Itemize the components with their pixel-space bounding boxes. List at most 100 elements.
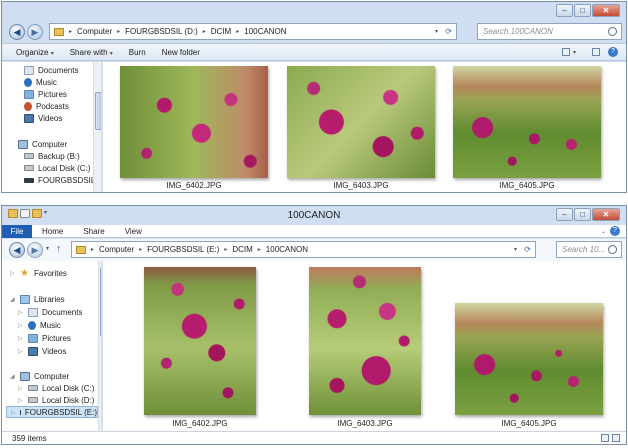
maximize-icon[interactable]: □ [574, 4, 591, 17]
command-bar: Organize ▾ Share with ▾ Burn New folder … [2, 43, 626, 61]
sidebar-item-computer[interactable]: Computer [18, 138, 67, 150]
breadcrumb-100canon[interactable]: 100CANON [266, 245, 308, 254]
file-name[interactable]: IMG_6405.JPG [474, 419, 584, 428]
quick-access-toolbar: ▾ [8, 209, 47, 218]
share-with-button[interactable]: Share with ▾ [70, 48, 113, 57]
file-name[interactable]: IMG_6402.JPG [145, 419, 255, 428]
organize-button[interactable]: Organize ▾ [16, 48, 54, 57]
up-arrow-icon[interactable]: ↑ [56, 243, 62, 255]
breadcrumb-dcim[interactable]: DCIM [211, 27, 231, 36]
pictures-icon [24, 89, 34, 99]
music-icon [28, 320, 36, 330]
burn-button[interactable]: Burn [129, 48, 146, 57]
new-folder-button[interactable]: New folder [162, 48, 200, 57]
sidebar-item-libraries[interactable]: ◢ Libraries [10, 293, 65, 305]
help-icon[interactable]: ? [608, 47, 618, 57]
sidebar-item-videos[interactable]: Videos [24, 112, 62, 124]
sidebar-item-computer[interactable]: ◢ Computer [10, 370, 69, 382]
file-list: IMG_6402.JPG IMG_6403.JPG IMG_6405.JPG [103, 261, 626, 432]
expand-ribbon-icon[interactable]: ⌄ [601, 228, 606, 235]
removable-drive-icon [24, 177, 34, 183]
sidebar-item-backup[interactable]: Backup (B:) [24, 150, 80, 162]
file-name[interactable]: IMG_6402.JPG [139, 181, 249, 190]
recent-locations-icon[interactable]: ▾ [46, 245, 49, 252]
explorer-window-top: – □ ✕ ◀ ▶ ▸ Computer ▸ FOURGBSDSIL (D:) ▸ … [1, 1, 627, 193]
thumbnail-img-6403[interactable] [287, 66, 435, 178]
forward-arrow-icon[interactable]: ▶ [27, 242, 43, 258]
search-input[interactable]: Search 10... [556, 241, 622, 258]
views-icon[interactable]: ▾ [561, 48, 576, 56]
sidebar-item-local-disk-c[interactable]: Local Disk (C:) [24, 162, 90, 174]
documents-icon [24, 65, 34, 75]
search-input[interactable]: Search 100CANON [477, 23, 622, 40]
forward-arrow-icon[interactable]: ▶ [27, 24, 43, 40]
sidebar-item-documents[interactable]: Documents [24, 64, 78, 76]
file-name[interactable]: IMG_6403.JPG [306, 181, 416, 190]
customize-icon[interactable]: ▾ [44, 209, 47, 218]
thumbnail-img-6403[interactable] [309, 267, 421, 415]
refresh-icon[interactable]: ⟳ [524, 245, 531, 254]
tab-view[interactable]: View [115, 225, 152, 238]
breadcrumb-100canon[interactable]: 100CANON [244, 27, 286, 36]
thumbnail-img-6405[interactable] [453, 66, 601, 178]
minimize-icon[interactable]: – [556, 208, 573, 221]
pictures-icon [28, 333, 38, 343]
sidebar-item-music[interactable]: Music [24, 76, 57, 88]
sidebar-item-local-disk-d[interactable]: ▷ Local Disk (D:) [18, 394, 94, 406]
sidebar-item-videos[interactable]: ▷ Videos [18, 345, 66, 357]
drive-icon [24, 153, 34, 159]
sidebar-item-fourgbsdsil[interactable]: FOURGBSDSIL (D: [24, 174, 101, 186]
sidebar-scrollbar[interactable] [93, 62, 101, 192]
tab-share[interactable]: Share [73, 225, 114, 238]
minimize-icon[interactable]: – [556, 4, 573, 17]
properties-icon[interactable] [20, 209, 30, 218]
large-icons-view-icon[interactable] [612, 434, 620, 442]
tab-home[interactable]: Home [32, 225, 73, 238]
preview-pane-icon[interactable] [592, 48, 600, 56]
breadcrumb-computer[interactable]: Computer [99, 245, 134, 254]
libraries-icon [20, 294, 30, 304]
address-bar[interactable]: ▸ Computer ▸ FOURGBSDSIL (D:) ▸ DCIM ▸ 100C… [49, 23, 457, 40]
details-view-icon[interactable] [601, 434, 609, 442]
breadcrumb-dcim[interactable]: DCIM [232, 245, 252, 254]
sidebar-item-local-disk-c[interactable]: ▷ Local Disk (C:) [18, 382, 94, 394]
sidebar-item-favorites[interactable]: ▷ ★ Favorites [10, 267, 67, 279]
sidebar-item-podcasts[interactable]: Podcasts [24, 100, 69, 112]
drive-icon [28, 385, 38, 391]
folder-icon [8, 209, 18, 218]
thumbnail-img-6402[interactable] [144, 267, 256, 415]
tab-file[interactable]: File [2, 224, 32, 238]
maximize-icon[interactable]: □ [574, 208, 591, 221]
sidebar-scrollbar[interactable] [98, 261, 101, 432]
address-bar[interactable]: ▸ Computer ▸ FOURGBSDSIL (E:) ▸ DCIM ▸ 100C… [71, 241, 536, 258]
navigation-pane: ▷ ★ Favorites ◢ Libraries ▷ Documents ▷ Music… [2, 261, 102, 432]
explorer-window-bottom: ▾ 100CANON – □ ✕ File Home Share View ⌄ … [1, 205, 627, 445]
close-icon[interactable]: ✕ [592, 4, 620, 17]
new-folder-icon[interactable] [32, 209, 42, 218]
music-icon [24, 77, 32, 87]
sidebar-item-pictures[interactable]: Pictures [24, 88, 67, 100]
search-icon [608, 245, 617, 254]
file-name[interactable]: IMG_6403.JPG [310, 419, 420, 428]
thumbnail-img-6402[interactable] [120, 66, 268, 178]
sidebar-item-pictures[interactable]: ▷ Pictures [18, 332, 71, 344]
address-row: ◀ ▶ ▸ Computer ▸ FOURGBSDSIL (D:) ▸ DCIM ▸ … [2, 21, 626, 43]
help-icon[interactable]: ? [610, 226, 620, 236]
drive-icon [24, 165, 34, 171]
breadcrumb-drive[interactable]: FOURGBSDSIL (E:) [147, 245, 219, 254]
sidebar-item-music[interactable]: ▷ Music [18, 319, 61, 331]
file-name[interactable]: IMG_6405.JPG [472, 181, 582, 190]
close-icon[interactable]: ✕ [592, 208, 620, 221]
navigation-pane: Documents Music Pictures Podcasts Videos… [2, 62, 102, 192]
window-title: 100CANON [287, 210, 341, 221]
title-bar: ▾ 100CANON – □ ✕ [2, 206, 626, 225]
thumbnail-img-6405[interactable] [455, 303, 603, 415]
breadcrumb-drive[interactable]: FOURGBSDSIL (D:) [125, 27, 198, 36]
back-arrow-icon[interactable]: ◀ [9, 242, 25, 258]
sidebar-item-fourgbsdsil[interactable]: ▷ FOURGBSDSIL (E:) [6, 406, 98, 418]
back-arrow-icon[interactable]: ◀ [9, 24, 25, 40]
refresh-icon[interactable]: ⟳ [445, 27, 452, 36]
sidebar-item-documents[interactable]: ▷ Documents [18, 306, 82, 318]
item-count: 359 items [12, 434, 47, 443]
breadcrumb-computer[interactable]: Computer [77, 27, 112, 36]
